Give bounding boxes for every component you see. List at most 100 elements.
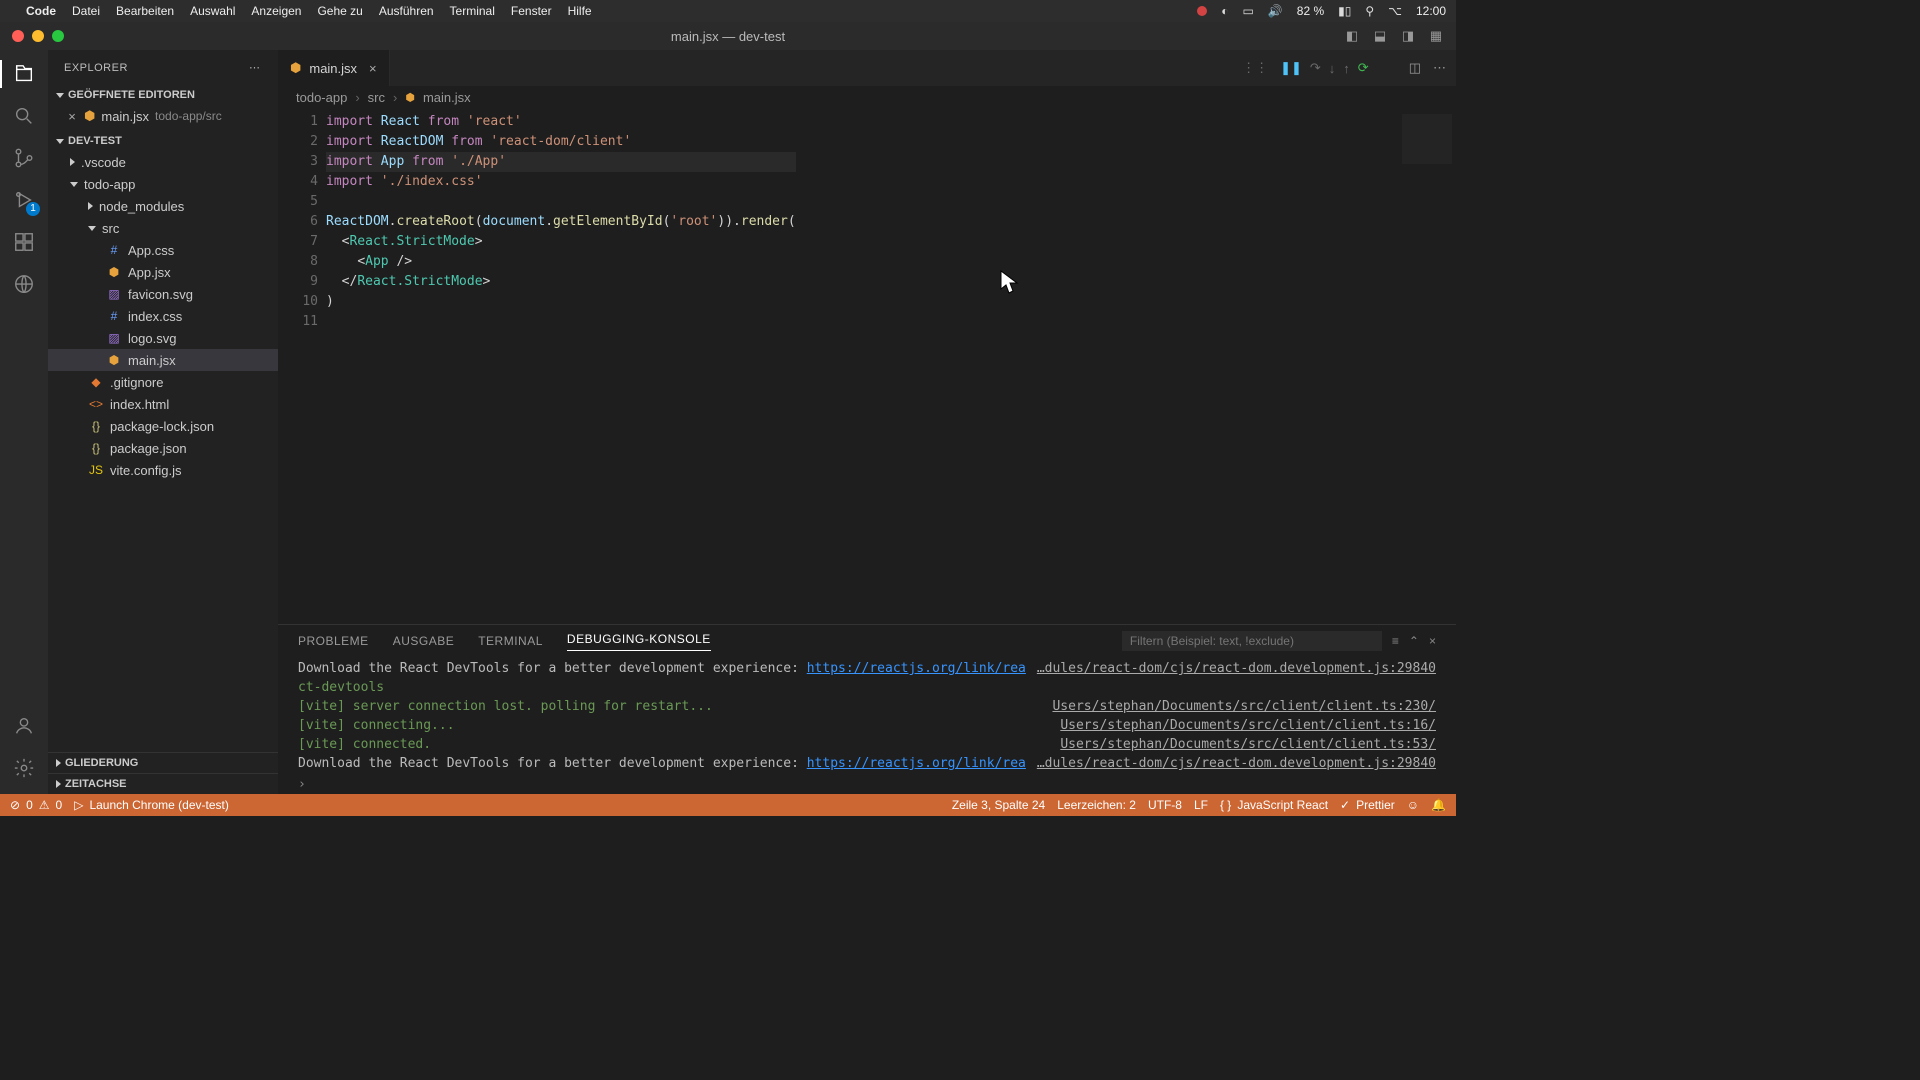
drag-handle-icon[interactable]: ⋮⋮ xyxy=(1242,60,1268,76)
status-cursor-position[interactable]: Zeile 3, Spalte 24 xyxy=(952,798,1045,812)
sound-icon[interactable]: 🔊 xyxy=(1268,4,1283,18)
recording-indicator-icon[interactable] xyxy=(1197,6,1207,16)
status-errors[interactable]: ⊘0 ⚠0 xyxy=(10,798,62,812)
layout-left-icon[interactable]: ◧ xyxy=(1342,28,1362,44)
app-name[interactable]: Code xyxy=(26,4,56,18)
workspace-header[interactable]: DEV-TEST xyxy=(48,131,278,151)
source-link[interactable]: Users/stephan/Documents/src/client/clien… xyxy=(1060,735,1436,754)
editor-tab[interactable]: ⬢ main.jsx × xyxy=(278,50,390,86)
debug-step-out-icon[interactable]: ↑ xyxy=(1343,61,1350,76)
spotlight-icon[interactable]: ◐ xyxy=(1221,4,1228,18)
activity-extensions-icon[interactable] xyxy=(8,226,40,258)
close-icon[interactable]: × xyxy=(66,109,78,124)
window-close-button[interactable] xyxy=(12,30,24,42)
debug-step-into-icon[interactable]: ↓ xyxy=(1329,61,1336,76)
status-indentation[interactable]: Leerzeichen: 2 xyxy=(1057,798,1136,812)
debug-pause-icon[interactable]: ❚❚ xyxy=(1280,60,1302,76)
debug-console-prompt[interactable]: › xyxy=(278,775,1456,794)
line-gutter: 1234567891011 xyxy=(278,108,326,624)
debug-console-output[interactable]: Download the React DevTools for a better… xyxy=(278,657,1456,775)
display-icon[interactable]: ▭ xyxy=(1242,4,1253,18)
status-launch-config[interactable]: ▷ Launch Chrome (dev-test) xyxy=(74,798,229,812)
filter-settings-icon[interactable]: ≡ xyxy=(1392,634,1399,648)
tree-file[interactable]: #App.css xyxy=(48,239,278,261)
tree-file[interactable]: ▨logo.svg xyxy=(48,327,278,349)
tree-file[interactable]: {}package.json xyxy=(48,437,278,459)
wifi-icon[interactable]: ⚲ xyxy=(1365,4,1374,18)
tree-file[interactable]: JSvite.config.js xyxy=(48,459,278,481)
tree-file[interactable]: <>index.html xyxy=(48,393,278,415)
jsx-file-icon: ⬢ xyxy=(84,108,95,124)
zeitachse-header[interactable]: ZEITACHSE xyxy=(48,773,278,794)
activity-account-icon[interactable] xyxy=(8,710,40,742)
menu-hilfe[interactable]: Hilfe xyxy=(568,4,592,18)
activity-remote-icon[interactable] xyxy=(8,268,40,300)
close-icon[interactable]: × xyxy=(369,61,377,76)
panel-tab-debugconsole[interactable]: DEBUGGING-KONSOLE xyxy=(567,632,711,651)
menu-auswahl[interactable]: Auswahl xyxy=(190,4,235,18)
panel-maximize-icon[interactable]: ⌃ xyxy=(1409,634,1419,648)
status-prettier[interactable]: ✓Prettier xyxy=(1340,798,1395,812)
tree-file[interactable]: #index.css xyxy=(48,305,278,327)
git-file-icon: ◆ xyxy=(88,375,104,389)
menu-ausfuehren[interactable]: Ausführen xyxy=(379,4,434,18)
open-editors-header[interactable]: GEÖFFNETE EDITOREN xyxy=(48,85,278,105)
source-link[interactable]: Users/stephan/Documents/src/client/clien… xyxy=(1052,697,1436,716)
menu-terminal[interactable]: Terminal xyxy=(450,4,495,18)
layout-bottom-icon[interactable]: ⬓ xyxy=(1370,28,1390,44)
tree-file[interactable]: {}package-lock.json xyxy=(48,415,278,437)
activity-explorer-icon[interactable] xyxy=(8,58,40,90)
explorer-sidebar: EXPLORER ⋯ GEÖFFNETE EDITOREN × ⬢ main.j… xyxy=(48,50,278,794)
window-minimize-button[interactable] xyxy=(32,30,44,42)
menu-anzeigen[interactable]: Anzeigen xyxy=(251,4,301,18)
battery-percent[interactable]: 82 % xyxy=(1297,4,1324,18)
panel-tab-terminal[interactable]: TERMINAL xyxy=(478,634,543,648)
menu-bearbeiten[interactable]: Bearbeiten xyxy=(116,4,174,18)
panel-tab-ausgabe[interactable]: AUSGABE xyxy=(393,634,455,648)
tree-file[interactable]: ⬢App.jsx xyxy=(48,261,278,283)
window-maximize-button[interactable] xyxy=(52,30,64,42)
debug-restart-icon[interactable]: ⟳ xyxy=(1358,60,1369,76)
tree-file-active[interactable]: ⬢main.jsx xyxy=(48,349,278,371)
control-center-icon[interactable]: ⌥ xyxy=(1388,4,1402,18)
activity-source-control-icon[interactable] xyxy=(8,142,40,174)
tree-folder-node-modules[interactable]: node_modules xyxy=(48,195,278,217)
activity-settings-icon[interactable] xyxy=(8,752,40,784)
menu-gehe-zu[interactable]: Gehe zu xyxy=(317,4,362,18)
panel-tab-probleme[interactable]: PROBLEME xyxy=(298,634,369,648)
sidebar-more-icon[interactable]: ⋯ xyxy=(249,61,262,74)
tree-folder-src[interactable]: src xyxy=(48,217,278,239)
status-feedback-icon[interactable]: ☺ xyxy=(1407,798,1419,812)
clock[interactable]: 12:00 xyxy=(1416,4,1446,18)
status-eol[interactable]: LF xyxy=(1194,798,1208,812)
layout-grid-icon[interactable]: ▦ xyxy=(1426,28,1446,44)
status-encoding[interactable]: UTF-8 xyxy=(1148,798,1182,812)
source-link[interactable]: …dules/react-dom/cjs/react-dom.developme… xyxy=(1037,754,1436,773)
status-language[interactable]: { }JavaScript React xyxy=(1220,798,1328,812)
more-actions-icon[interactable]: ⋯ xyxy=(1433,60,1446,76)
tree-folder-todo-app[interactable]: todo-app xyxy=(48,173,278,195)
css-file-icon: # xyxy=(106,309,122,323)
split-editor-icon[interactable]: ◫ xyxy=(1409,60,1421,76)
layout-right-icon[interactable]: ◨ xyxy=(1398,28,1418,44)
battery-icon[interactable]: ▮▯ xyxy=(1338,4,1351,18)
tree-folder-vscode[interactable]: .vscode xyxy=(48,151,278,173)
tree-file[interactable]: ◆.gitignore xyxy=(48,371,278,393)
activity-search-icon[interactable] xyxy=(8,100,40,132)
minimap[interactable] xyxy=(1402,114,1452,164)
menu-datei[interactable]: Datei xyxy=(72,4,100,18)
source-link[interactable]: …dules/react-dom/cjs/react-dom.developme… xyxy=(1037,659,1436,678)
activity-bar: 1 xyxy=(0,50,48,794)
breadcrumbs[interactable]: todo-app› src› ⬢ main.jsx xyxy=(278,86,1456,108)
open-editor-item[interactable]: × ⬢ main.jsx todo-app/src xyxy=(48,105,278,127)
panel-close-icon[interactable]: × xyxy=(1429,634,1436,648)
tree-file[interactable]: ▨favicon.svg xyxy=(48,283,278,305)
activity-run-debug-icon[interactable]: 1 xyxy=(8,184,40,216)
filter-input[interactable] xyxy=(1122,631,1382,651)
code-editor[interactable]: 1234567891011 import React from 'react' … xyxy=(278,108,1456,624)
source-link[interactable]: Users/stephan/Documents/src/client/clien… xyxy=(1060,716,1436,735)
debug-step-over-icon[interactable]: ↷ xyxy=(1310,60,1321,76)
gliederung-header[interactable]: GLIEDERUNG xyxy=(48,752,278,773)
status-bell-icon[interactable]: 🔔 xyxy=(1431,798,1446,812)
menu-fenster[interactable]: Fenster xyxy=(511,4,552,18)
